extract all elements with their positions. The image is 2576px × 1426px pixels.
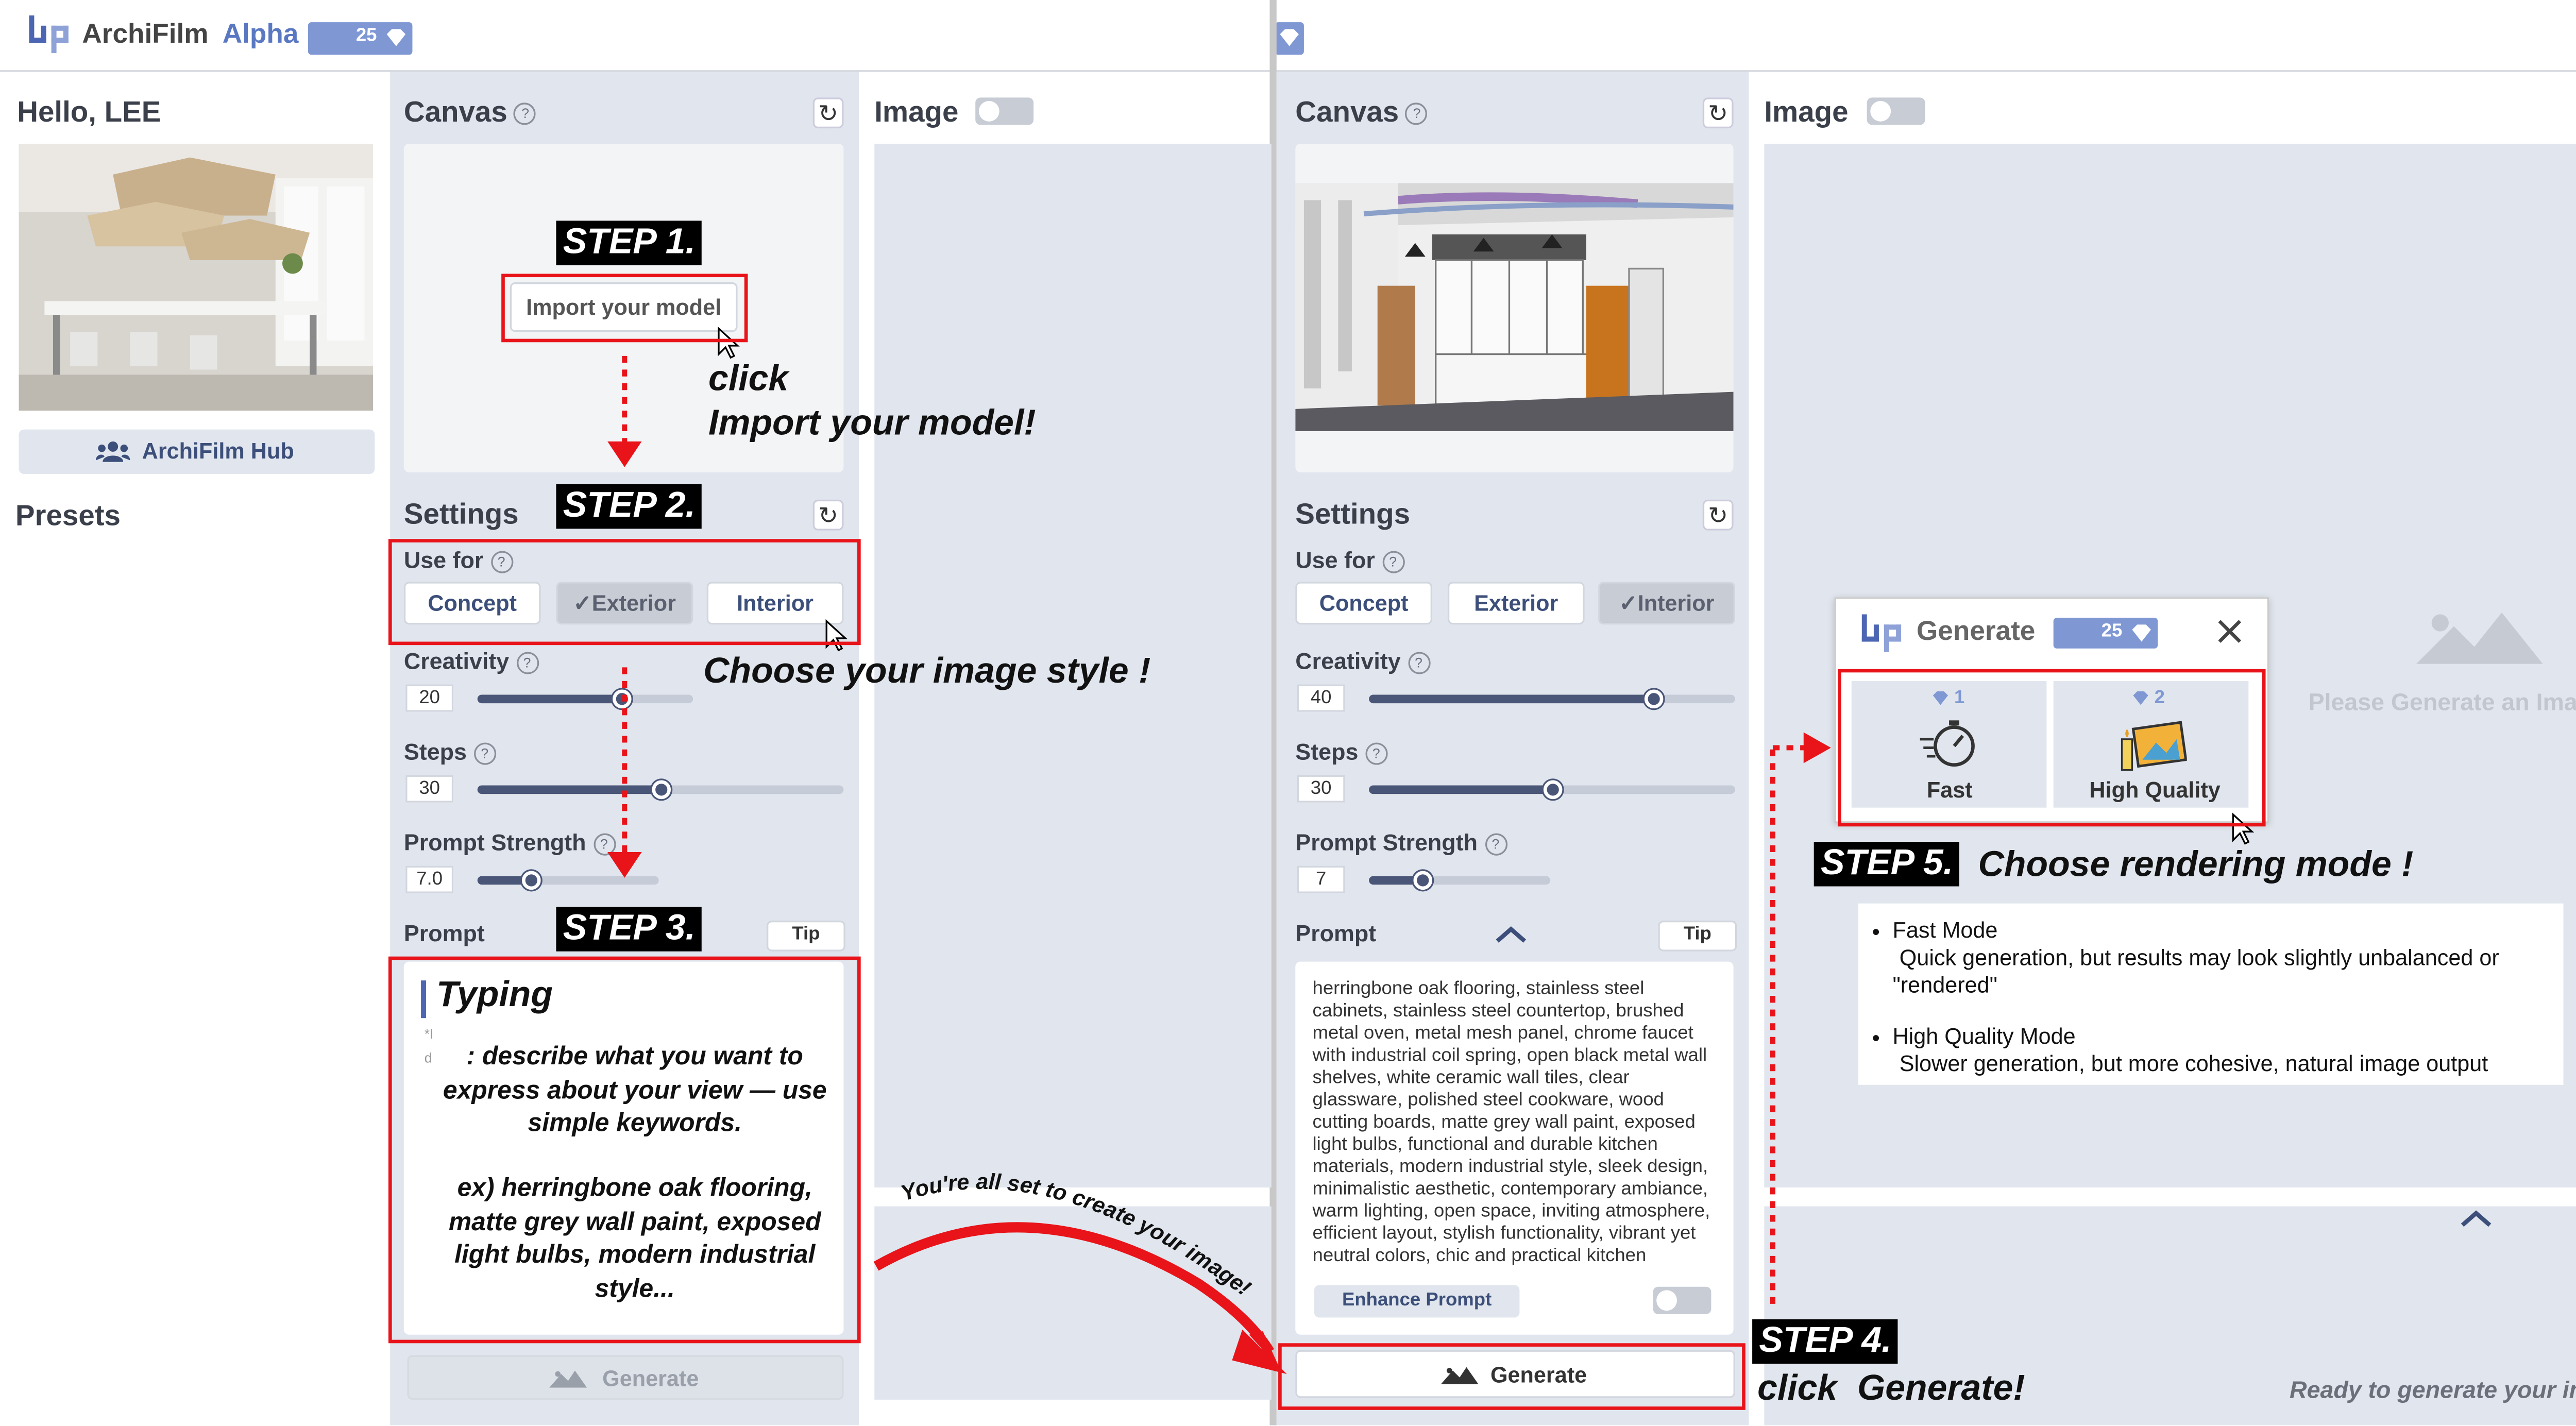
- typing-description: : describe what you want to express abou…: [443, 1042, 827, 1138]
- step2-text: Choose your image style !: [703, 652, 1151, 691]
- arc-arrow-line: [873, 1222, 1275, 1355]
- step2-arrow-head: [607, 852, 642, 878]
- step3-label: STEP 3.: [556, 907, 703, 952]
- step2-label: STEP 2.: [556, 484, 703, 529]
- step5-text: Choose rendering mode !: [1978, 845, 2414, 885]
- mode-item: •: [1872, 1025, 1880, 1051]
- fast-mode-title: Fast Mode: [1892, 917, 1998, 943]
- modes-explanation: • Fast Mode Quick generation, but result…: [1858, 903, 2564, 1085]
- hq-mode-desc: Slower generation, but more cohesive, na…: [1899, 1050, 2488, 1077]
- fast-mode-desc: Quick generation, but results may look s…: [1892, 944, 2499, 997]
- step4-label: STEP 4.: [1752, 1319, 1899, 1364]
- step2-highlight: [388, 539, 861, 646]
- step1-text-line1: click: [708, 359, 789, 399]
- step5-label: STEP 5.: [1814, 842, 1960, 887]
- step5-highlight: [1838, 669, 2266, 827]
- step1-text-line2: Import your model!: [708, 403, 1036, 444]
- screenshot-stage: ArchiFilm Alpha 25 Hello, LEE ArchiFilm …: [0, 0, 2576, 1425]
- step1-arrow-head: [607, 441, 642, 467]
- step5-arrow-head: [1803, 732, 1831, 763]
- typing-title: Typing: [436, 975, 553, 1015]
- step4-highlight: [1278, 1343, 1745, 1410]
- step1-highlight: [501, 274, 748, 343]
- step1-label: STEP 1.: [556, 220, 703, 265]
- step4-text: click Generate!: [1757, 1369, 2025, 1408]
- mode-item: •: [1872, 919, 1880, 945]
- hq-mode-title: High Quality Mode: [1892, 1023, 2076, 1049]
- typing-example: ex) herringbone oak flooring, matte grey…: [448, 1174, 821, 1303]
